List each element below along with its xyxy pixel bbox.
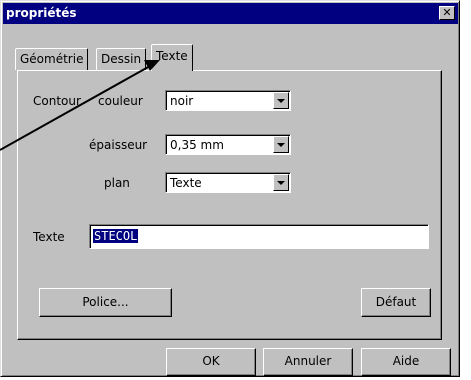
aide-button-label: Aide [392,354,420,368]
contour-label: Contour [33,94,81,108]
epaisseur-dropdown[interactable]: 0,35 mm [165,134,291,155]
tab-label: Dessin [101,52,142,66]
texte-input-value: STECOL [93,229,139,243]
police-button[interactable]: Police... [39,288,172,317]
couleur-label: couleur [98,94,143,108]
plan-value: Texte [170,176,202,190]
plan-dropdown-button[interactable] [273,174,289,191]
defaut-button[interactable]: Défaut [361,288,431,317]
plan-label: plan [104,176,130,190]
chevron-down-icon [277,181,285,185]
properties-dialog: propriétés ✕ Géométrie Dessin Texte Cont… [0,0,460,377]
couleur-dropdown[interactable]: noir [165,90,291,111]
close-button[interactable]: ✕ [439,6,455,20]
title-bar[interactable]: propriétés ✕ [3,3,458,24]
police-button-label: Police... [82,295,129,309]
chevron-down-icon [277,99,285,103]
plan-dropdown[interactable]: Texte [165,172,291,193]
couleur-value: noir [170,94,194,108]
epaisseur-label: épaisseur [89,138,148,152]
close-icon: ✕ [442,6,452,19]
epaisseur-value: 0,35 mm [170,138,224,152]
texte-label: Texte [33,230,65,244]
tab-texte[interactable]: Texte [151,44,193,71]
couleur-dropdown-button[interactable] [273,92,289,109]
tab-geometrie[interactable]: Géométrie [15,48,89,70]
chevron-down-icon [277,143,285,147]
epaisseur-dropdown-button[interactable] [273,136,289,153]
defaut-button-label: Défaut [375,295,417,309]
window-title: propriétés [6,6,77,20]
aide-button[interactable]: Aide [361,348,451,376]
texte-input[interactable]: STECOL [89,224,429,249]
tab-dessin[interactable]: Dessin [96,48,147,70]
ok-button[interactable]: OK [166,348,256,376]
annuler-button-label: Annuler [284,354,332,368]
ok-button-label: OK [202,354,220,368]
tab-label: Géométrie [20,52,84,66]
annuler-button[interactable]: Annuler [263,348,353,376]
tab-label: Texte [156,49,188,63]
